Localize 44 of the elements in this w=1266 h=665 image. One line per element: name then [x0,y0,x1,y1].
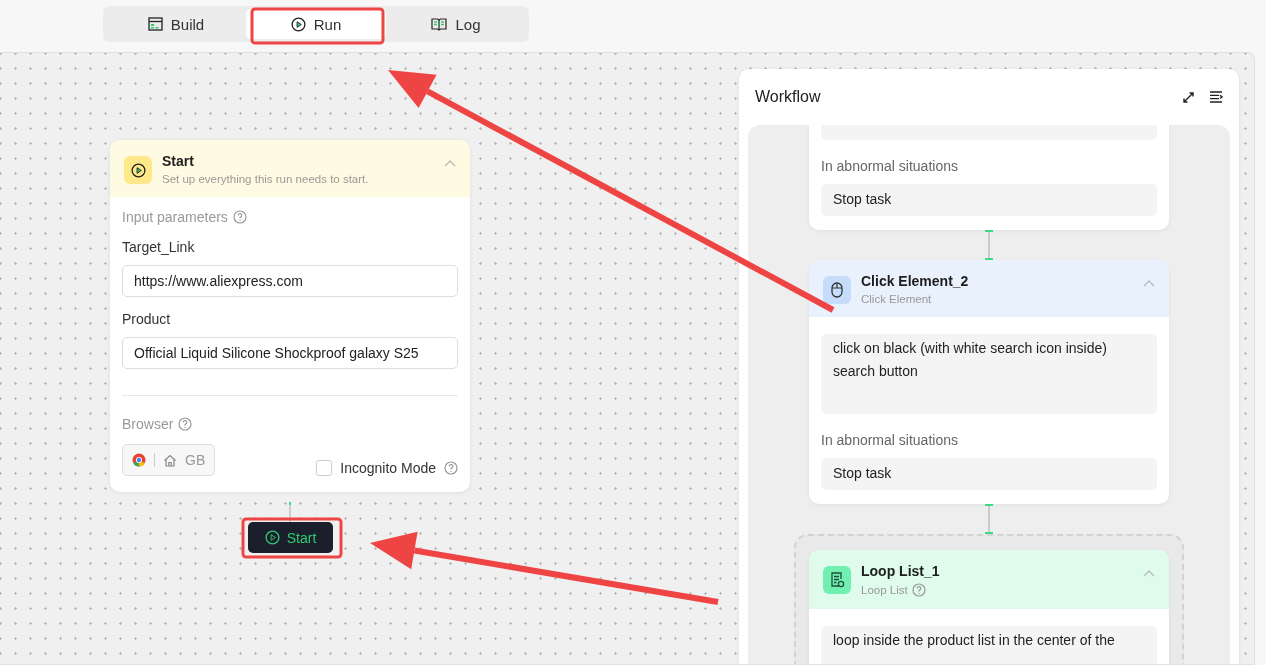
node-type: Click Element [861,293,932,305]
section-label: Browser [122,416,174,432]
node-type: Loop List [861,584,908,596]
chevron-icon[interactable] [1143,569,1155,577]
play-circle-icon [130,162,146,178]
instruction-field[interactable]: click on black (with white search icon inside) search button [821,334,1157,414]
expand-icon[interactable] [1182,90,1195,104]
section-label: Input parameters [122,209,228,225]
field-label: In abnormal situations [821,432,959,448]
instruction-field[interactable]: loop inside the product list in the center of the [821,626,1157,664]
field-label: Target_Link [122,239,196,255]
region-label: GB [185,452,206,468]
node-description: Set up everything this run needs to start. [162,173,369,185]
play-circle-icon [290,16,306,32]
checkbox-label: Incognito Mode [340,460,436,476]
help-icon[interactable] [444,461,458,475]
dropdown-field[interactable]: Stop task [821,184,1157,216]
node-title: Start [162,153,195,169]
input-field[interactable]: https://www.aliexpress.com [122,265,458,297]
menu-icon[interactable] [1209,91,1223,103]
list-loop-icon [829,572,845,588]
tab[interactable]: Log [386,9,526,39]
help-icon[interactable] [178,417,193,431]
chevron-icon[interactable] [1143,279,1155,287]
help-icon[interactable] [232,210,247,224]
chevron-icon[interactable] [444,159,456,167]
help-icon[interactable] [911,583,926,597]
browser-logo-icon [132,453,146,467]
input-field[interactable]: Official Liquid Silicone Shockproof galaxy S25 [122,337,458,369]
book-icon [431,17,448,31]
home-icon [163,453,177,467]
start-button[interactable]: Start [248,522,333,553]
layout-icon [147,17,163,31]
field-label: Product [122,311,172,327]
mouse-icon [831,282,843,298]
checkbox[interactable] [316,460,333,476]
play-circle-icon [264,530,280,545]
node-title: Loop List_1 [861,563,941,579]
field-label: In abnormal situations [821,158,959,174]
panel-title: Workflow [755,88,821,106]
dropdown-field[interactable]: Stop task [821,458,1157,490]
node-title: Click Element_2 [861,273,970,289]
tab[interactable]: Build [106,9,246,39]
tab[interactable]: Run [246,9,386,39]
